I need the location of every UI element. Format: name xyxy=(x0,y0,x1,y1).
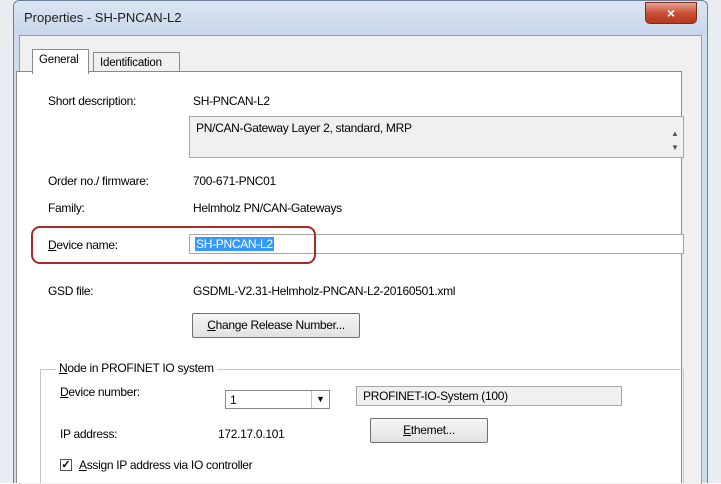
ip-address-value: 172.17.0.101 xyxy=(218,427,285,441)
io-system-value: PROFINET-IO-System (100) xyxy=(363,389,508,403)
ip-address-label: IP address: xyxy=(60,427,118,441)
title-bar[interactable]: Properties - SH-PNCAN-L2 × xyxy=(14,1,707,35)
device-number-value: 1 xyxy=(230,393,237,407)
order-number-value: 700-671-PNC01 xyxy=(193,174,276,188)
short-description-label: Short description: xyxy=(48,94,136,108)
checkmark-icon: ✓ xyxy=(61,459,71,471)
assign-ip-checkbox[interactable]: ✓ xyxy=(60,459,72,471)
description-textarea[interactable]: PN/CAN-Gateway Layer 2, standard, MRP ▲ … xyxy=(189,116,684,158)
background-window-left xyxy=(0,0,14,483)
scroll-down-icon[interactable]: ▼ xyxy=(671,143,679,152)
description-text: PN/CAN-Gateway Layer 2, standard, MRP xyxy=(196,121,412,135)
chevron-down-icon[interactable]: ▼ xyxy=(311,391,329,408)
gsd-file-value: GSDML-V2.31-Helmholz-PNCAN-L2-20160501.x… xyxy=(193,284,456,298)
short-description-value: SH-PNCAN-L2 xyxy=(193,94,270,108)
device-number-label: Device number: xyxy=(60,385,140,399)
family-value: Helmholz PN/CAN-Gateways xyxy=(193,201,342,215)
scroll-up-icon[interactable]: ▲ xyxy=(671,129,679,138)
node-profinet-legend: Node in PROFINET IO system xyxy=(56,361,217,375)
background-window-right xyxy=(707,0,721,483)
family-label: Family: xyxy=(48,201,85,215)
tab-general[interactable]: General xyxy=(32,49,89,74)
io-system-field: PROFINET-IO-System (100) xyxy=(356,386,622,406)
ethernet-button[interactable]: Ethemet... xyxy=(370,418,488,443)
close-icon: × xyxy=(666,5,676,21)
gsd-file-label: GSD file: xyxy=(48,284,94,298)
highlight-callout xyxy=(31,226,316,264)
device-number-select[interactable]: 1 ▼ xyxy=(225,390,330,409)
window-title: Properties - SH-PNCAN-L2 xyxy=(24,10,182,25)
change-release-number-button[interactable]: Change Release Number... xyxy=(192,313,360,338)
order-number-label: Order no./ firmware: xyxy=(48,174,149,188)
close-button[interactable]: × xyxy=(645,2,697,24)
assign-ip-label: Assign IP address via IO controller xyxy=(79,458,253,472)
